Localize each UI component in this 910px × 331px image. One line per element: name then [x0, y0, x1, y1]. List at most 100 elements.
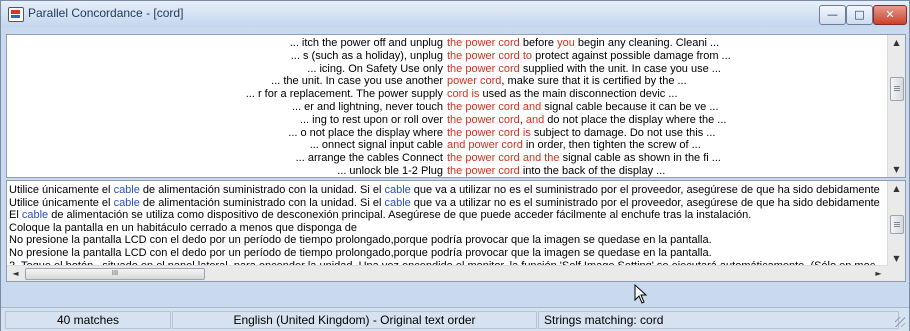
keyword-context: the power cord and signal cable because … [447, 101, 719, 114]
scroll-up-arrow-icon[interactable]: ▲ [888, 35, 905, 50]
translation-text: que va a utilizar no es el suministrado … [410, 196, 880, 209]
keyword-context: and power cord in order, then tighten th… [447, 139, 701, 152]
scroll-left-arrow-icon[interactable]: ◄ [7, 266, 24, 281]
context-right: used as the main disconnection devic ... [479, 88, 678, 101]
horizontal-scroll-thumb[interactable]: III [25, 268, 205, 280]
context-left: ... o not place the display where [288, 126, 443, 139]
translation-vertical-scrollbar[interactable]: ▲ ▼ [887, 181, 905, 266]
context-middle: in order, then tighten the screw of ... [522, 139, 701, 152]
keyword-context: the power cord and the signal cable as s… [447, 152, 721, 165]
translation-pane[interactable]: Utilice únicamente el cable de alimentac… [6, 180, 906, 282]
translation-text: No presione la pantalla LCD con el dedo … [9, 246, 712, 259]
translation-text: Utilice únicamente el [9, 196, 114, 209]
concordance-line[interactable]: ... onnect signal input cable and power … [7, 139, 887, 152]
concordance-line[interactable]: ... icing. On Safety Use only the power … [7, 63, 887, 76]
keyword-match: the power cord [447, 113, 520, 126]
translation-highlight: cable [384, 196, 411, 209]
scroll-right-arrow-icon[interactable]: ► [870, 266, 887, 281]
translation-text: Coloque la pantalla en un habitáculo cer… [9, 221, 357, 234]
keyword-match: and power cord [447, 139, 523, 152]
resize-grip[interactable] [895, 317, 905, 327]
context-left: ... ing to rest upon or roll over [299, 113, 443, 126]
keyword-match: the power cord [447, 152, 520, 165]
context-right: signal cable because it can be ve ... [541, 101, 719, 113]
translation-line[interactable]: Utilice únicamente el cable de alimentac… [9, 184, 885, 197]
context-middle: before [519, 37, 558, 49]
close-button[interactable]: ✕ [873, 5, 907, 25]
concordance-pane[interactable]: ... itch the power off and unplug the po… [6, 34, 906, 178]
concordance-line[interactable]: ... ing to rest upon or roll over the po… [7, 114, 887, 127]
translation-line[interactable]: Utilice únicamente el cable de alimentac… [9, 197, 885, 210]
concordance-window: Parallel Concordance - [cord] — □ ✕ ... … [0, 0, 910, 331]
translation-highlight: cable [384, 184, 411, 196]
app-icon [8, 7, 24, 22]
keyword-match: the power cord [447, 62, 520, 75]
keyword-context: the power cord is subject to damage. Do … [447, 127, 715, 140]
collocate-match: is [522, 126, 531, 139]
translation-line[interactable]: El cable de alimentación se utiliza como… [9, 209, 885, 222]
concordance-line[interactable]: ... er and lightning, never touch the po… [7, 101, 887, 114]
scroll-thumb[interactable] [890, 215, 904, 234]
keyword-context: power cord, make sure that it is certifi… [447, 75, 687, 88]
scroll-thumb[interactable] [890, 77, 904, 101]
keyword-match: power cord [447, 75, 502, 88]
translation-line[interactable]: No presione la pantalla LCD con el dedo … [9, 247, 885, 260]
language-status: English (United Kingdom) - Original text… [172, 311, 537, 329]
context-right: do not place the display where the ... [544, 113, 727, 126]
maximize-button[interactable]: □ [846, 5, 873, 25]
keyword-match: the power cord [447, 49, 520, 62]
mouse-cursor-icon [634, 284, 648, 304]
translation-list: Utilice únicamente el cable de alimentac… [9, 184, 885, 272]
context-right: supplied with the unit. In case you use … [519, 62, 721, 75]
context-left: ... the unit. In case you use another [271, 75, 443, 88]
context-right: signal cable as shown in the fi ... [559, 152, 721, 165]
collocate-match: and [522, 101, 542, 113]
context-left: ... r for a replacement. The power suppl… [245, 88, 443, 101]
keyword-match: the power cord [447, 37, 520, 49]
concordance-line[interactable]: ... the unit. In case you use another po… [7, 75, 887, 88]
title-bar[interactable]: Parallel Concordance - [cord] — □ ✕ [1, 1, 909, 27]
concordance-line[interactable]: ... r for a replacement. The power suppl… [7, 88, 887, 101]
scrollbar-corner [887, 266, 905, 281]
context-middle: , make sure that it is certified by the … [501, 75, 687, 88]
translation-horizontal-scrollbar[interactable]: ◄ III ► [7, 265, 887, 281]
keyword-context: the power cord into the back of the disp… [447, 165, 666, 177]
concordance-line[interactable]: ... arrange the cables Connect the power… [7, 152, 887, 165]
translation-line[interactable]: Coloque la pantalla en un habitáculo cer… [9, 222, 885, 235]
translation-text: Utilice únicamente el [9, 184, 114, 196]
context-left: ... icing. On Safety Use only [307, 62, 443, 75]
match-count: 40 matches [5, 311, 171, 329]
keyword-context: the power cord, and do not place the dis… [447, 114, 726, 127]
translation-highlight: cable [113, 196, 140, 209]
concordance-vertical-scrollbar[interactable]: ▲ ▼ [887, 35, 905, 177]
translation-line[interactable]: No presione la pantalla LCD con el dedo … [9, 234, 885, 247]
translation-text: El [9, 209, 22, 222]
context-left: ... s (such as a holiday), unplug [290, 49, 443, 62]
context-right: subject to damage. Do not use this ... [530, 126, 716, 139]
scroll-down-arrow-icon[interactable]: ▼ [888, 251, 905, 266]
scroll-up-arrow-icon[interactable]: ▲ [888, 181, 905, 196]
concordance-line[interactable]: ... o not place the display where the po… [7, 127, 887, 140]
minimize-button[interactable]: — [819, 5, 846, 25]
status-bar: 40 matches English (United Kingdom) - Or… [1, 307, 909, 331]
scroll-down-arrow-icon[interactable]: ▼ [888, 162, 905, 177]
keyword-context: the power cord supplied with the unit. I… [447, 63, 721, 76]
context-right: begin any cleaning. Cleani ... [574, 37, 720, 49]
translation-highlight: cable [113, 184, 140, 196]
keyword-match: the power cord [447, 126, 520, 139]
keyword-context: the power cord before you begin any clea… [447, 37, 719, 50]
context-left: ... unlock ble 1-2 Plug [337, 165, 443, 177]
concordance-line[interactable]: ... itch the power off and unplug the po… [7, 37, 887, 50]
translation-highlight: cable [21, 209, 49, 222]
keyword-match: the power cord [447, 101, 520, 113]
search-string-status: Strings matching: cord [538, 311, 899, 329]
context-left: ... arrange the cables Connect [295, 152, 443, 165]
concordance-line[interactable]: ... s (such as a holiday), unplug the po… [7, 50, 887, 63]
context-left: ... er and lightning, never touch [291, 101, 443, 113]
translation-text: que va a utilizar no es el suministrado … [410, 184, 880, 196]
concordance-line[interactable]: ... unlock ble 1-2 Plug the power cord i… [7, 165, 887, 177]
keyword-match: cord [447, 88, 469, 101]
collocate-match: and the [522, 152, 560, 165]
collocate-match: and [525, 113, 545, 126]
context-middle: into the back of the display ... [519, 165, 666, 177]
